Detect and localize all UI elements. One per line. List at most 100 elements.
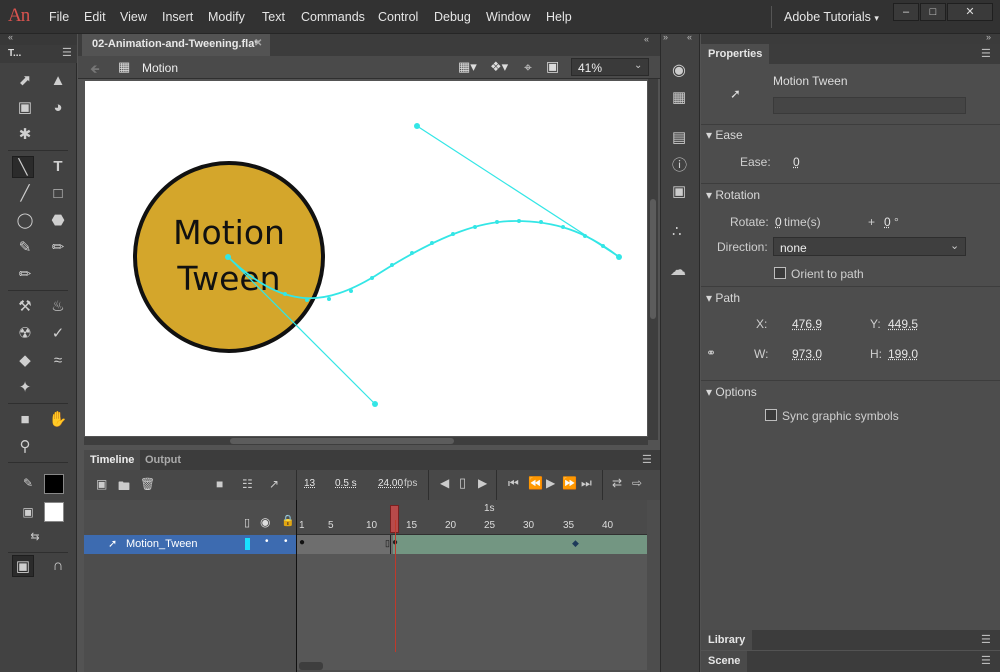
layer-color-swatch[interactable] <box>245 538 250 550</box>
camera-tool-icon[interactable]: ■ <box>14 409 36 431</box>
maximize-button[interactable]: □ <box>920 3 946 21</box>
zoom-tool-icon[interactable]: ⚲ <box>14 436 36 458</box>
frame-rate[interactable]: 24.00 <box>378 478 403 489</box>
color-panel-icon[interactable]: ◉ <box>672 60 686 80</box>
expand-icon[interactable]: » <box>663 32 668 42</box>
panel-menu-icon[interactable]: ☰ <box>981 633 991 646</box>
section-path-header[interactable]: ▾ Path <box>706 291 740 305</box>
polystar-tool-icon[interactable]: ⬣ <box>47 210 69 232</box>
go-last-frame-icon[interactable]: ⏭ <box>581 476 592 491</box>
stage-horizontal-scrollbar[interactable] <box>84 437 648 445</box>
zoom-select[interactable]: 41% ⌄ <box>571 58 649 76</box>
menu-modify[interactable]: Modify <box>208 10 245 24</box>
graph-icon[interactable]: ↗ <box>269 477 279 491</box>
object-drawing-icon[interactable]: ▣ <box>12 555 34 577</box>
fill-color-swatch[interactable] <box>44 502 64 522</box>
menu-file[interactable]: File <box>49 10 69 24</box>
pen-tool-icon[interactable]: ╲ <box>12 156 34 178</box>
paint-bucket-tool-icon[interactable]: ♨ <box>47 296 69 318</box>
hand-tool-icon[interactable]: ✋ <box>47 409 69 431</box>
delete-icon[interactable]: 🗑 <box>140 477 155 491</box>
layer-parenting-icon[interactable]: ☷ <box>242 477 253 491</box>
workspace-switcher[interactable]: Adobe Tutorials ▾ <box>784 10 879 24</box>
snap-center-icon[interactable]: ⌖ <box>524 59 532 76</box>
camera-icon[interactable]: ■ <box>216 477 223 491</box>
orient-to-path-checkbox[interactable] <box>774 267 786 279</box>
menu-text[interactable]: Text <box>262 10 285 24</box>
close-button[interactable]: ✕ <box>947 3 993 21</box>
eyedropper-tool-icon[interactable]: ✓ <box>47 323 69 345</box>
lock-icon[interactable]: 🔒 <box>281 514 295 527</box>
stroke-color-swatch[interactable] <box>44 474 64 494</box>
collapse-icon[interactable]: « <box>644 34 649 44</box>
eraser-tool-icon[interactable]: ◆ <box>14 350 36 372</box>
lock-dot[interactable]: • <box>284 536 288 547</box>
step-forward-icon[interactable]: ⏩ <box>562 476 577 490</box>
panel-menu-icon[interactable]: ☰ <box>981 654 991 667</box>
center-frame-icon[interactable]: ⇄ <box>612 476 622 490</box>
edit-scene-icon[interactable]: ▦▾ <box>458 59 477 75</box>
next-keyframe-icon[interactable]: ▶ <box>478 476 487 490</box>
tab-timeline[interactable]: Timeline <box>84 450 141 470</box>
bone-tool-icon[interactable]: ⚒ <box>14 296 36 318</box>
tween-span[interactable] <box>393 535 647 554</box>
path-w-value[interactable]: 973.0 <box>792 347 822 361</box>
text-tool-icon[interactable]: T <box>47 156 69 178</box>
onion-skin-icon[interactable]: ⇨ <box>632 476 642 490</box>
lasso-tool-icon[interactable]: ✱ <box>14 124 36 146</box>
elapsed-time[interactable]: 0.5 s <box>335 478 357 489</box>
panel-menu-icon[interactable]: ☰ <box>981 47 991 60</box>
paint-brush-tool-icon[interactable]: ✏ <box>14 264 36 286</box>
pin-tool-icon[interactable]: ✦ <box>14 377 36 399</box>
selection-tool-icon[interactable]: ⬈ <box>14 70 36 92</box>
menu-edit[interactable]: Edit <box>84 10 106 24</box>
cc-libraries-icon[interactable]: ☁ <box>670 260 686 280</box>
stage-canvas[interactable]: Motion Tween <box>85 81 647 436</box>
brush-tool-icon[interactable]: ✏ <box>47 237 69 259</box>
loop-icon[interactable]: ▯ <box>459 475 466 491</box>
visibility-dot[interactable]: • <box>265 536 269 547</box>
line-tool-icon[interactable]: ╱ <box>14 183 36 205</box>
snap-magnet-icon[interactable]: ∩ <box>47 555 69 577</box>
layer-row[interactable]: ➚ Motion_Tween • • <box>84 535 296 554</box>
bezier-control-point[interactable] <box>372 401 378 407</box>
property-keyframe-diamond[interactable]: ◆ <box>572 538 579 549</box>
stage-vertical-scrollbar[interactable] <box>648 79 658 440</box>
back-arrow-icon[interactable]: 🡸 <box>90 60 100 81</box>
tab-scene[interactable]: Scene <box>701 651 748 672</box>
new-layer-icon[interactable]: ▣ <box>96 477 107 491</box>
sync-graphic-symbols-checkbox[interactable] <box>765 409 777 421</box>
section-ease-header[interactable]: ▾ Ease <box>706 128 743 142</box>
close-tab-icon[interactable]: ✕ <box>254 38 262 49</box>
subselection-tool-icon[interactable]: ▲ <box>47 70 69 92</box>
ink-bottle-tool-icon[interactable]: ☢ <box>14 323 36 345</box>
swap-colors-icon[interactable]: ⇆ <box>24 526 46 548</box>
new-folder-icon[interactable]: 🖿 <box>118 477 130 498</box>
tab-output[interactable]: Output <box>139 450 187 470</box>
menu-insert[interactable]: Insert <box>162 10 193 24</box>
ease-value[interactable]: 0 <box>793 155 800 169</box>
edit-symbols-icon[interactable]: ❖▾ <box>490 59 508 75</box>
direction-select[interactable]: none ⌄ <box>773 237 966 256</box>
document-tab[interactable]: 02-Animation-and-Tweening.fla* ✕ <box>82 34 270 56</box>
menu-view[interactable]: View <box>120 10 147 24</box>
collapse-icon[interactable]: « <box>687 32 692 42</box>
prev-keyframe-icon[interactable]: ◀ <box>440 476 449 490</box>
step-back-icon[interactable]: ⏪ <box>528 476 543 490</box>
path-y-value[interactable]: 449.5 <box>888 317 918 331</box>
rotate-degrees-value[interactable]: 0 <box>884 215 891 229</box>
menu-window[interactable]: Window <box>486 10 530 24</box>
menu-control[interactable]: Control <box>378 10 418 24</box>
transform-panel-icon[interactable]: ▣ <box>672 182 686 200</box>
width-tool-icon[interactable]: ≈ <box>47 350 69 372</box>
timeline-scrollbar[interactable] <box>299 662 323 670</box>
frame-ruler[interactable]: 1s 1 5 10 15 20 25 30 35 40 <box>297 500 647 535</box>
path-h-value[interactable]: 199.0 <box>888 347 918 361</box>
rectangle-tool-icon[interactable]: □ <box>47 183 69 205</box>
instance-name-input[interactable] <box>773 97 966 114</box>
rotate-times-value[interactable]: 0 <box>775 215 782 229</box>
tools-collapse-bar[interactable]: « <box>0 32 77 45</box>
keyframe-dot[interactable]: ● <box>299 537 305 548</box>
swatches-panel-icon[interactable]: ▦ <box>672 88 686 106</box>
menu-commands[interactable]: Commands <box>301 10 365 24</box>
